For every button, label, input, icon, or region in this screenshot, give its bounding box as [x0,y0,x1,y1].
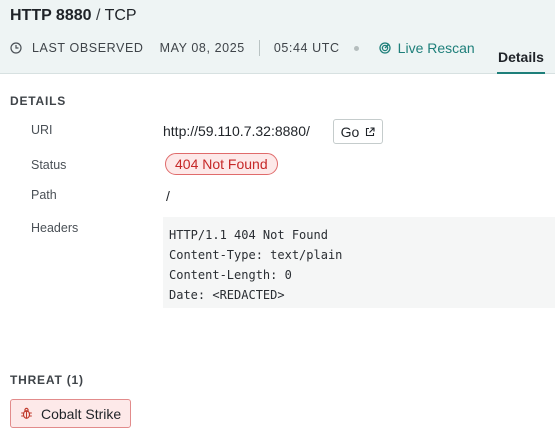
threat-tag[interactable]: Cobalt Strike [10,399,132,428]
header-line: Date: <REDACTED> [169,288,285,302]
threat-section-title: THREAT (1) [10,373,84,387]
live-rescan-label: Live Rescan [397,40,475,56]
headers-block: HTTP/1.1 404 Not Found Content-Type: tex… [163,217,555,308]
observed-time: 05:44 UTC [273,41,340,55]
header-line: Content-Length: 0 [169,268,292,282]
title-separator: / [91,7,105,24]
headers-label: Headers [31,221,79,235]
header-line: Content-Type: text/plain [169,248,343,262]
path-label: Path [31,188,57,202]
header-line: HTTP/1.1 404 Not Found [169,228,328,242]
observed-date: MAY 08, 2025 [159,41,245,55]
uri-value: http://59.110.7.32:8880/ [163,123,310,139]
transport-label: TCP [104,7,137,24]
status-label: Status [31,158,67,172]
clock-icon [10,42,22,54]
last-observed-label: LAST OBSERVED [32,41,144,55]
status-badge: 404 Not Found [165,153,278,175]
service-header: HTTP 8880 / TCP LAST OBSERVED MAY 08, 20… [0,0,555,74]
external-link-icon [366,126,375,136]
page: HTTP 8880 / TCP LAST OBSERVED MAY 08, 20… [0,0,555,444]
rescan-icon [379,42,391,54]
meta-divider [258,40,260,56]
threat-name: Cobalt Strike [41,405,122,422]
tab-details[interactable]: Details [497,48,545,74]
path-value: / [166,188,170,204]
protocol-port: HTTP 8880 [10,7,92,24]
details-section-title: DETAILS [10,94,67,108]
meta-dot [353,45,359,51]
observed-meta: LAST OBSERVED MAY 08, 2025 05:44 UTC Liv… [10,39,475,57]
go-label: Go [340,123,360,140]
go-button[interactable]: Go [333,119,383,144]
page-title: HTTP 8880 / TCP [10,6,137,26]
bug-icon [21,407,32,419]
live-rescan-button[interactable]: Live Rescan [379,40,475,56]
uri-label: URI [31,123,53,137]
